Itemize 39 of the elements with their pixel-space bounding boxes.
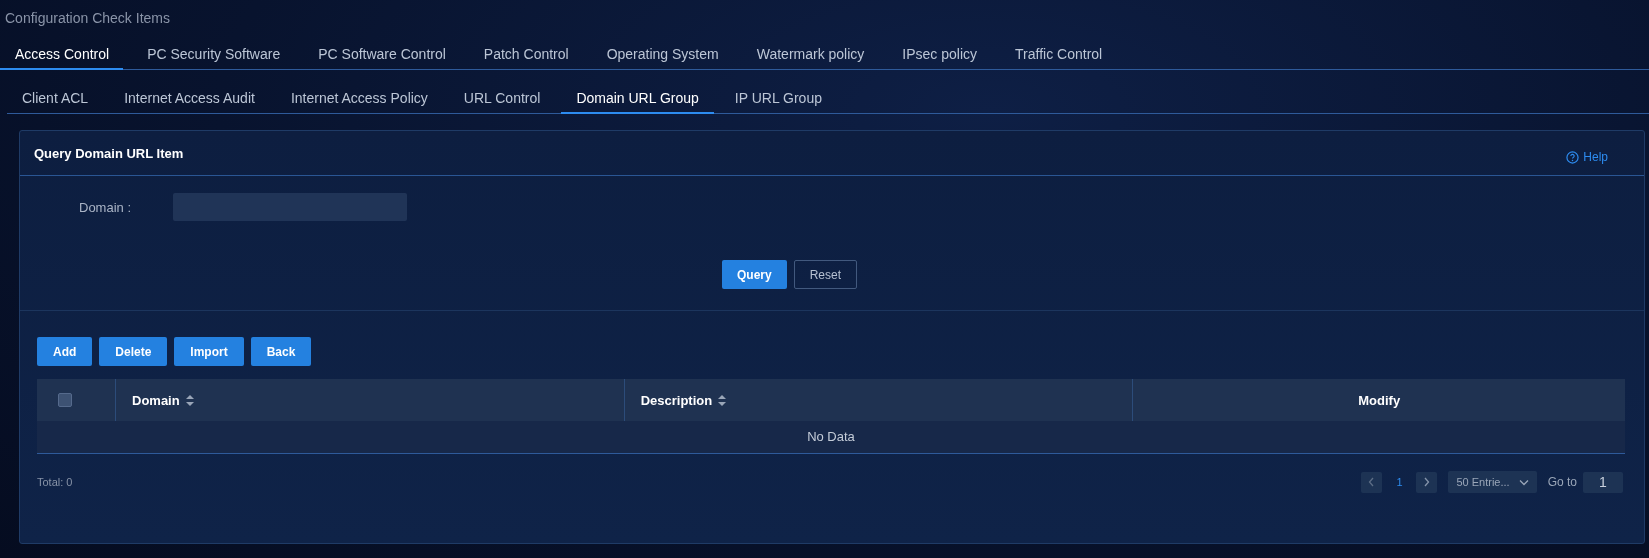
sub-tab[interactable]: Internet Access Policy xyxy=(275,84,443,114)
help-link[interactable]: Help xyxy=(1566,150,1608,164)
tab[interactable]: Patch Control xyxy=(469,40,583,70)
tab[interactable]: Watermark policy xyxy=(742,40,879,70)
action-button[interactable]: Back xyxy=(250,337,312,366)
select-all-checkbox[interactable] xyxy=(58,393,72,407)
reset-button[interactable]: Reset xyxy=(793,260,857,289)
query-button[interactable]: Query xyxy=(721,260,787,289)
sub-tab[interactable]: URL Control xyxy=(448,84,556,114)
previous-page-button[interactable] xyxy=(1361,471,1383,493)
chevron-right-icon xyxy=(1423,477,1431,487)
page-number[interactable]: 1 xyxy=(1388,475,1411,489)
action-button[interactable]: Delete xyxy=(99,337,168,366)
sort-icon[interactable] xyxy=(718,394,727,406)
tab[interactable]: Operating System xyxy=(592,40,733,70)
chevron-left-icon xyxy=(1368,477,1376,487)
help-icon xyxy=(1566,150,1580,164)
field-label: Domain : xyxy=(79,199,133,215)
tab[interactable]: Access Control xyxy=(0,40,124,70)
page-size-dropdown[interactable]: 50 Entrie... xyxy=(1448,471,1537,493)
sort-icon[interactable] xyxy=(185,394,194,406)
page-title: Configuration Check Items xyxy=(4,9,171,28)
tab[interactable]: IPsec policy xyxy=(888,40,992,70)
go-to-page-field[interactable]: 1 xyxy=(1583,471,1623,493)
sub-tab[interactable]: IP URL Group xyxy=(719,84,837,114)
go-to-label: Go to xyxy=(1547,475,1577,489)
total-count: Total: 0 xyxy=(37,476,73,488)
sub-tab[interactable]: Internet Access Audit xyxy=(109,84,270,114)
tab[interactable]: Traffic Control xyxy=(1001,40,1117,70)
empty-message: No Data xyxy=(37,421,1625,454)
sub-tab[interactable]: Client ACL xyxy=(7,84,104,114)
action-button[interactable]: Add xyxy=(37,337,93,366)
tab[interactable]: PC Security Software xyxy=(133,40,295,70)
chevron-down-icon xyxy=(1518,478,1529,486)
next-page-button[interactable] xyxy=(1416,471,1438,493)
panel-title: Query Domain URL Item xyxy=(34,145,184,161)
action-button[interactable]: Import xyxy=(174,337,244,366)
tab[interactable]: PC Software Control xyxy=(304,40,460,70)
sub-tab[interactable]: Domain URL Group xyxy=(561,84,714,114)
